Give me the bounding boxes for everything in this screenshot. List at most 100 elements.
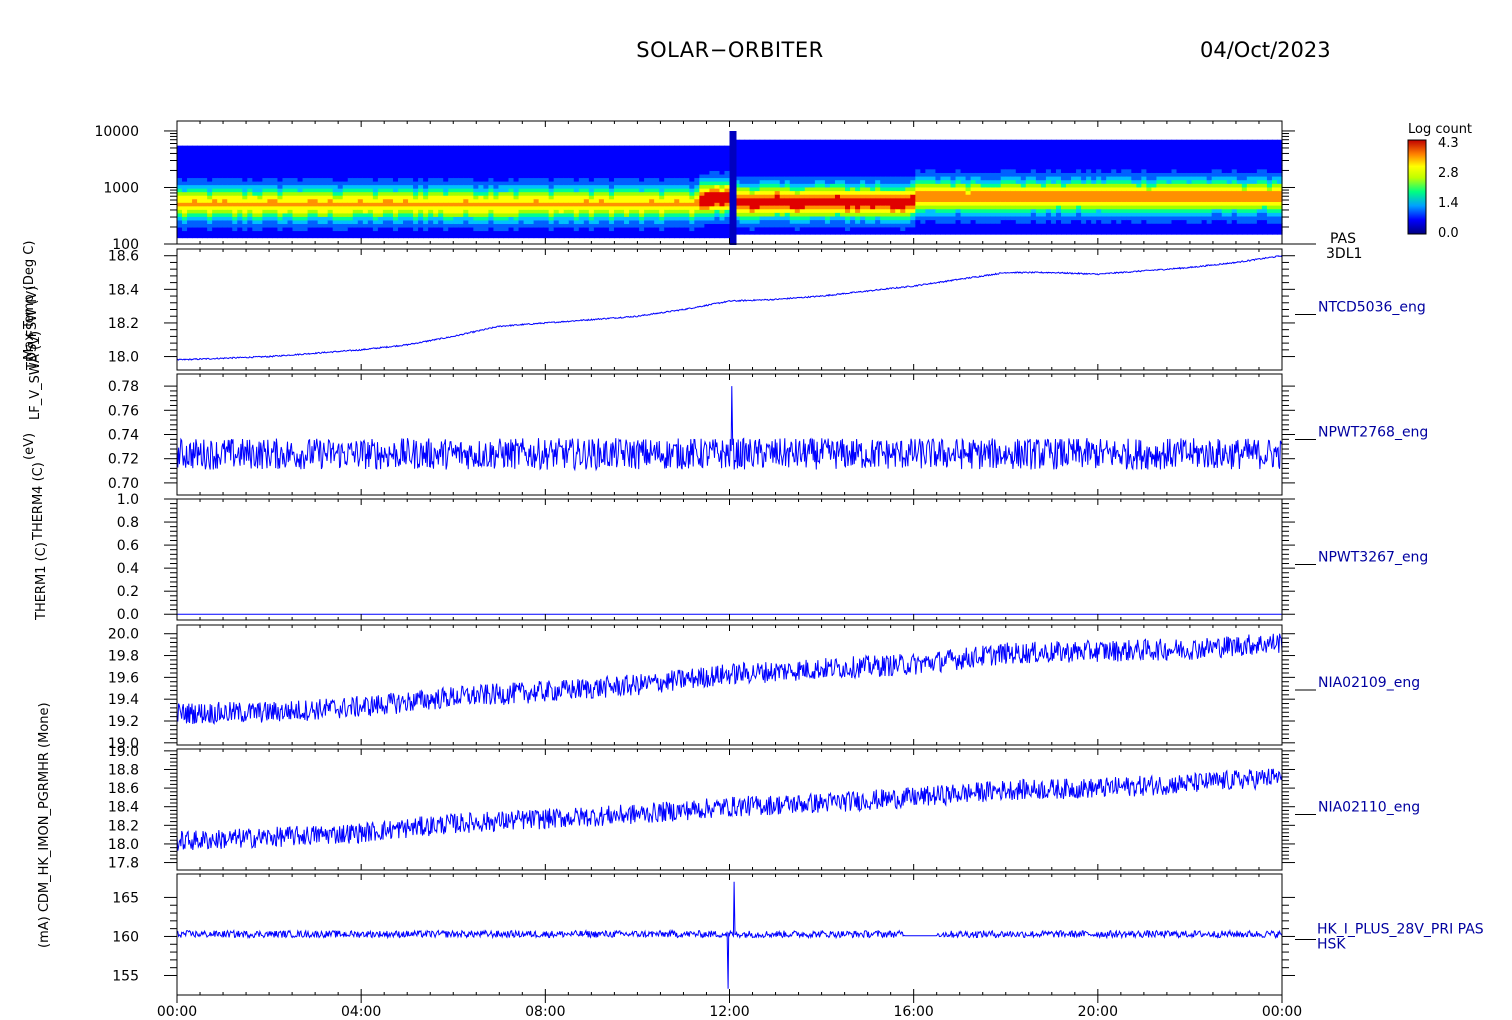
spectrogram-cell bbox=[840, 190, 846, 195]
spectrogram-cell bbox=[965, 190, 972, 195]
spectrogram-cell bbox=[232, 191, 238, 196]
spectrogram-cell bbox=[900, 205, 906, 210]
spectrogram-cell bbox=[327, 152, 334, 157]
spectrogram-cell bbox=[317, 149, 324, 154]
spectrogram-cell bbox=[528, 212, 535, 217]
spectrogram-cell bbox=[990, 183, 997, 188]
spectrogram-cell bbox=[774, 165, 781, 170]
spectrogram-cell bbox=[423, 149, 429, 154]
spectrogram-cell bbox=[493, 219, 500, 225]
spectrogram-cell bbox=[724, 198, 731, 203]
spectrogram-cell bbox=[543, 234, 550, 239]
spectrogram-cell bbox=[905, 157, 911, 163]
spectrogram-cell bbox=[613, 152, 620, 157]
spectrogram-cell bbox=[819, 139, 826, 144]
spectrogram-cell bbox=[1020, 186, 1027, 192]
spectrogram-cell bbox=[960, 183, 967, 188]
spectrogram-cell bbox=[1015, 197, 1022, 202]
spectrogram-cell bbox=[699, 166, 705, 171]
spectrogram-cell bbox=[774, 226, 781, 232]
spectrogram-cell bbox=[1035, 186, 1042, 192]
spectrogram-cell bbox=[473, 202, 479, 207]
spectrogram-cell bbox=[503, 219, 510, 225]
spectrogram-cell bbox=[262, 188, 269, 193]
spectrogram-cell bbox=[222, 170, 228, 175]
spectrogram-cell bbox=[950, 190, 957, 195]
spectrogram-cell bbox=[1086, 168, 1092, 173]
spectrogram-cell bbox=[267, 209, 274, 214]
spectrogram-cell bbox=[829, 150, 836, 155]
spectrogram-cell bbox=[744, 223, 751, 228]
spectrogram-cell bbox=[493, 145, 500, 150]
spectrogram-cell bbox=[1020, 190, 1027, 195]
spectrogram-cell bbox=[960, 157, 967, 163]
spectrogram-cell bbox=[408, 170, 414, 175]
spectrogram-cell bbox=[659, 180, 665, 186]
spectrogram-cell bbox=[870, 223, 876, 228]
spectrogram-cell bbox=[448, 159, 454, 164]
spectrogram-cell bbox=[649, 156, 655, 161]
spectrogram-cell bbox=[327, 230, 334, 235]
spectrogram-cell bbox=[493, 163, 500, 168]
spectrogram-cell bbox=[548, 170, 555, 175]
spectrogram-cell bbox=[1030, 186, 1037, 192]
spectrogram-cell bbox=[895, 186, 901, 192]
spectrogram-cell bbox=[834, 186, 841, 192]
spectrogram-cell bbox=[930, 175, 937, 181]
spectrogram-cell bbox=[217, 163, 223, 168]
spectrogram-cell bbox=[890, 175, 896, 181]
spectrogram-cell bbox=[1076, 215, 1082, 221]
spectrogram-cell bbox=[498, 156, 505, 161]
spectrogram-cell bbox=[754, 139, 761, 144]
spectrogram-cell bbox=[1030, 183, 1037, 188]
spectrogram-cell bbox=[945, 186, 952, 192]
spectrogram-cell bbox=[920, 190, 926, 195]
spectrogram-cell bbox=[709, 234, 716, 239]
spectrogram-cell bbox=[980, 179, 987, 184]
spectrogram-cell bbox=[915, 223, 921, 228]
spectrogram-cell bbox=[217, 212, 223, 217]
spectrogram-cell bbox=[684, 191, 690, 196]
spectrogram-cell bbox=[568, 188, 575, 193]
spectrogram-cell bbox=[1030, 219, 1037, 224]
spectrogram-cell bbox=[1086, 172, 1092, 177]
spectrogram-cell bbox=[518, 202, 525, 207]
spectrogram-cell bbox=[453, 223, 459, 228]
spectrogram-cell bbox=[1061, 208, 1067, 213]
spectrogram-cell bbox=[885, 212, 891, 217]
spectrogram-cell bbox=[759, 146, 766, 152]
spectrogram-cell bbox=[408, 212, 414, 217]
spectrogram-cell bbox=[1126, 154, 1132, 159]
spectrogram-cell bbox=[558, 159, 565, 164]
spectrogram-cell bbox=[347, 219, 354, 225]
spectrogram-cell bbox=[212, 226, 218, 232]
spectrogram-cell bbox=[332, 159, 339, 164]
spectrogram-cell bbox=[644, 156, 650, 161]
spectrogram-cell bbox=[538, 188, 545, 193]
spectrogram-cell bbox=[513, 145, 520, 150]
spectrogram-cell bbox=[1005, 175, 1012, 181]
spectrogram-cell bbox=[674, 219, 680, 225]
spectrogram-cell bbox=[719, 163, 726, 168]
spectrogram-cell bbox=[428, 188, 434, 193]
spectrogram-cell bbox=[352, 188, 359, 193]
spectrogram-cell bbox=[227, 184, 233, 189]
spectrogram-cell bbox=[1121, 143, 1127, 148]
spectrogram-cell bbox=[634, 230, 640, 235]
spectrogram-cell bbox=[619, 226, 625, 232]
spectrogram-cell bbox=[573, 163, 580, 168]
spectrogram-cell bbox=[237, 223, 243, 228]
spectrogram-cell bbox=[498, 173, 505, 179]
spectrogram-cell bbox=[960, 172, 967, 177]
spectrogram-cell bbox=[392, 170, 399, 175]
spectrogram-cell bbox=[860, 201, 866, 206]
spectrogram-cell bbox=[875, 208, 881, 213]
spectrogram-cell bbox=[538, 212, 545, 217]
spectrogram-cell bbox=[192, 216, 198, 221]
spectrogram-cell bbox=[910, 186, 916, 192]
spectrogram-cell bbox=[1015, 230, 1022, 235]
spectrogram-cell bbox=[372, 177, 379, 182]
spectrogram-cell bbox=[634, 149, 640, 154]
spectrogram-cell bbox=[689, 234, 695, 239]
spectrogram-cell bbox=[307, 195, 314, 200]
